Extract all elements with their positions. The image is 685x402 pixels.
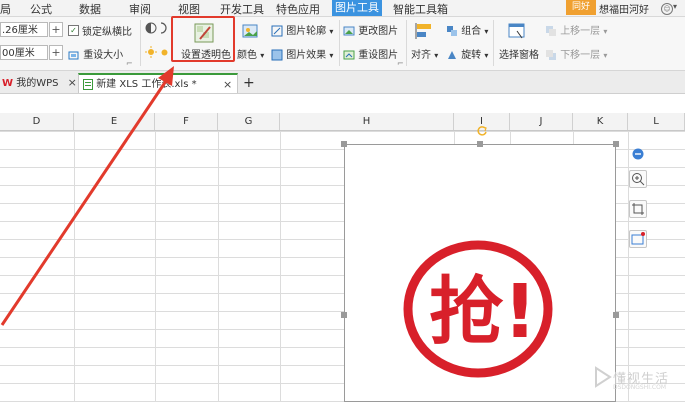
chevron-down-icon[interactable]: ▾: [673, 2, 677, 11]
change-picture-button[interactable]: 更改图片: [343, 22, 398, 37]
menu-start[interactable]: 局: [0, 1, 11, 17]
resize-handle[interactable]: [341, 141, 347, 147]
chevron-down-icon: ▾: [434, 51, 439, 60]
rotate-icon: [448, 51, 456, 59]
grid-line: [280, 131, 281, 402]
chevron-down-icon: ▾: [484, 51, 489, 60]
send-backward-icon: [546, 50, 556, 60]
menu-data[interactable]: 数据: [79, 1, 101, 17]
resize-handle[interactable]: [477, 141, 483, 147]
ribbon-separator: [339, 20, 340, 66]
chevron-down-icon: ▾: [260, 51, 265, 60]
group-button[interactable]: 组合 ▾: [446, 22, 488, 37]
picture-outline-label: 图片轮廓: [286, 26, 327, 37]
menu-formulas[interactable]: 公式: [30, 1, 52, 17]
picture-frame-button[interactable]: [629, 230, 647, 248]
menu-developer[interactable]: 开发工具: [220, 1, 264, 17]
column-header-l[interactable]: L: [628, 113, 685, 130]
group-icon: [447, 26, 457, 36]
recolor-icon[interactable]: [242, 22, 260, 40]
zoom-button[interactable]: [629, 170, 647, 188]
resize-handle[interactable]: [341, 312, 347, 318]
stamp-image: 抢!: [403, 240, 553, 378]
menu-review[interactable]: 审阅: [129, 1, 151, 17]
send-backward-button[interactable]: 下移一层 ▾: [545, 46, 607, 61]
change-picture-icon: [343, 26, 355, 36]
picture-effects-label: 图片效果: [286, 50, 327, 61]
watermark-subtext: DSDONGSHI.COM: [613, 384, 666, 391]
username[interactable]: 想福田河好: [599, 1, 649, 16]
menu-special[interactable]: 特色应用: [276, 1, 320, 17]
chevron-down-icon: ▾: [603, 51, 608, 60]
chevron-down-icon: ▾: [329, 27, 334, 36]
watermark: 懂视生活 DSDONGSHI.COM: [590, 362, 685, 392]
column-header-h[interactable]: H: [280, 113, 454, 130]
rotate-handle-icon[interactable]: [476, 125, 488, 137]
bring-forward-icon: [546, 26, 556, 36]
color-button[interactable]: 颜色 ▾: [237, 46, 264, 61]
new-tab-button[interactable]: +: [243, 73, 255, 93]
reset-picture-button[interactable]: 重设图片: [343, 46, 398, 61]
reset-picture-icon: [343, 50, 355, 60]
stamp-text: 抢!: [429, 269, 537, 355]
align-icon[interactable]: [415, 22, 433, 40]
change-picture-label: 更改图片: [358, 26, 399, 37]
align-label: 对齐: [411, 50, 431, 61]
ribbon-separator: [493, 20, 494, 66]
menu-bar: 局 公式 数据 审阅 视图 开发工具 特色应用 图片工具 智能工具箱 同好 想福…: [0, 0, 685, 17]
resize-handle[interactable]: [613, 141, 619, 147]
selection-pane-label[interactable]: 选择窗格: [499, 46, 539, 61]
effects-icon: [271, 49, 283, 61]
zoom-in-icon: [632, 173, 645, 186]
column-header-j[interactable]: J: [510, 113, 573, 130]
color-label: 颜色: [237, 50, 257, 61]
bring-forward-label: 上移一层: [560, 26, 601, 37]
rotate-button[interactable]: 旋转 ▾: [446, 46, 488, 61]
crop-button[interactable]: [629, 200, 647, 218]
column-header-k[interactable]: K: [573, 113, 628, 130]
send-backward-label: 下移一层: [560, 50, 601, 61]
rotate-label: 旋转: [461, 50, 482, 61]
bring-forward-button[interactable]: 上移一层 ▾: [545, 22, 607, 37]
reset-picture-label: 重设图片: [358, 50, 399, 61]
outline-icon: [271, 25, 283, 37]
chevron-down-icon: ▾: [603, 27, 608, 36]
group-label: 组合: [461, 26, 482, 37]
annotation-arrow: [0, 66, 174, 326]
align-button[interactable]: 对齐 ▾: [411, 46, 438, 61]
user-icon[interactable]: ☺: [661, 3, 673, 15]
chevron-down-icon: ▾: [329, 51, 334, 60]
resize-handle[interactable]: [613, 312, 619, 318]
inserted-picture[interactable]: 抢!: [344, 144, 616, 402]
selection-pane-icon[interactable]: [508, 22, 526, 40]
picture-outline-button[interactable]: 图片轮廓 ▾: [271, 22, 333, 37]
ribbon-separator: [406, 20, 407, 66]
crop-icon: [632, 203, 644, 215]
collapse-icon[interactable]: [632, 148, 644, 160]
menu-picture-tools[interactable]: 图片工具: [332, 0, 382, 16]
picture-effects-button[interactable]: 图片效果 ▾: [271, 46, 333, 61]
chevron-down-icon: ▾: [484, 27, 489, 36]
picture-launcher-icon[interactable]: ⌐: [397, 59, 404, 68]
menu-smart-toolbox[interactable]: 智能工具箱: [393, 1, 448, 17]
menu-view[interactable]: 视图: [178, 1, 200, 17]
frame-icon: [631, 232, 645, 245]
status-badge: 同好: [566, 0, 596, 15]
watermark-logo-icon: [595, 366, 612, 388]
